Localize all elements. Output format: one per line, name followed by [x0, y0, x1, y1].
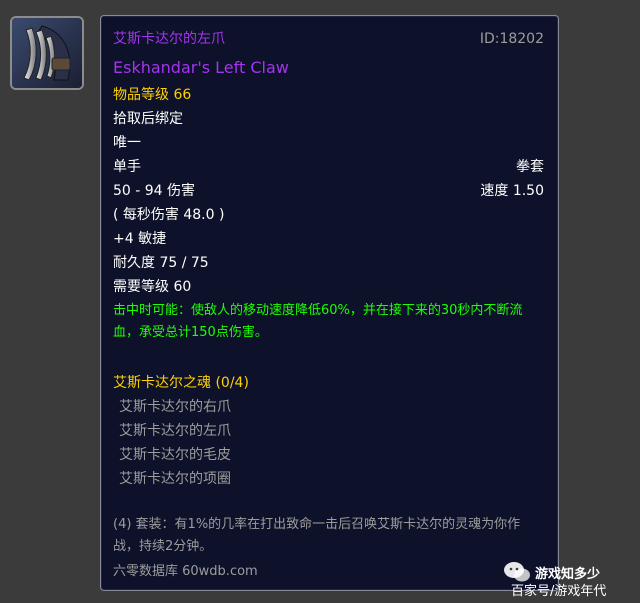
- bind-type: 拾取后绑定: [113, 111, 183, 127]
- set-piece[interactable]: 艾斯卡达尔的项圈: [119, 468, 544, 490]
- item-stat: +4 敏捷: [113, 231, 167, 247]
- slot-row: 单手 拳套: [113, 156, 544, 178]
- claw-weapon-icon: [12, 18, 82, 88]
- item-damage: 50 - 94 伤害: [113, 183, 196, 199]
- source-credit: 六零数据库 60wdb.com: [113, 564, 258, 579]
- item-durability: 耐久度 75 / 75: [113, 255, 209, 271]
- watermark-subtitle: 百家号/游戏年代: [511, 584, 607, 599]
- set-piece[interactable]: 艾斯卡达尔的右爪: [119, 396, 544, 418]
- item-tooltip: 艾斯卡达尔的左爪 ID:18202 Eskhandar's Left Claw …: [100, 15, 559, 591]
- item-dps: ( 每秒伤害 48.0 ): [113, 207, 225, 223]
- item-level: 物品等级 66: [113, 87, 192, 103]
- on-hit-effect: 击中时可能：使敌人的移动速度降低60%，并在接下来的30秒内不断流血，承受总计1…: [113, 303, 523, 340]
- item-icon[interactable]: [10, 16, 84, 90]
- item-slot: 单手: [113, 159, 141, 175]
- unique-label: 唯一: [113, 135, 141, 151]
- set-name: 艾斯卡达尔之魂 (0/4): [113, 375, 249, 391]
- item-id: ID:18202: [479, 31, 544, 47]
- watermark: 游戏知多少 百家号/游戏年代: [503, 560, 633, 600]
- item-speed: 速度 1.50: [480, 183, 544, 199]
- required-level: 需要等级 60: [113, 279, 192, 295]
- set-piece[interactable]: 艾斯卡达尔的左爪: [119, 420, 544, 442]
- item-name-cn: 艾斯卡达尔的左爪: [113, 31, 225, 47]
- damage-row: 50 - 94 伤害 速度 1.50: [113, 180, 544, 202]
- item-name-en: Eskhandar's Left Claw: [113, 58, 289, 77]
- set-bonus: (4) 套装：有1%的几率在打出致命一击后召唤艾斯卡达尔的灵魂为你作战，持续2分…: [113, 517, 521, 554]
- item-type: 拳套: [516, 159, 544, 175]
- set-piece[interactable]: 艾斯卡达尔的毛皮: [119, 444, 544, 466]
- item-name-row: 艾斯卡达尔的左爪 ID:18202: [113, 28, 544, 50]
